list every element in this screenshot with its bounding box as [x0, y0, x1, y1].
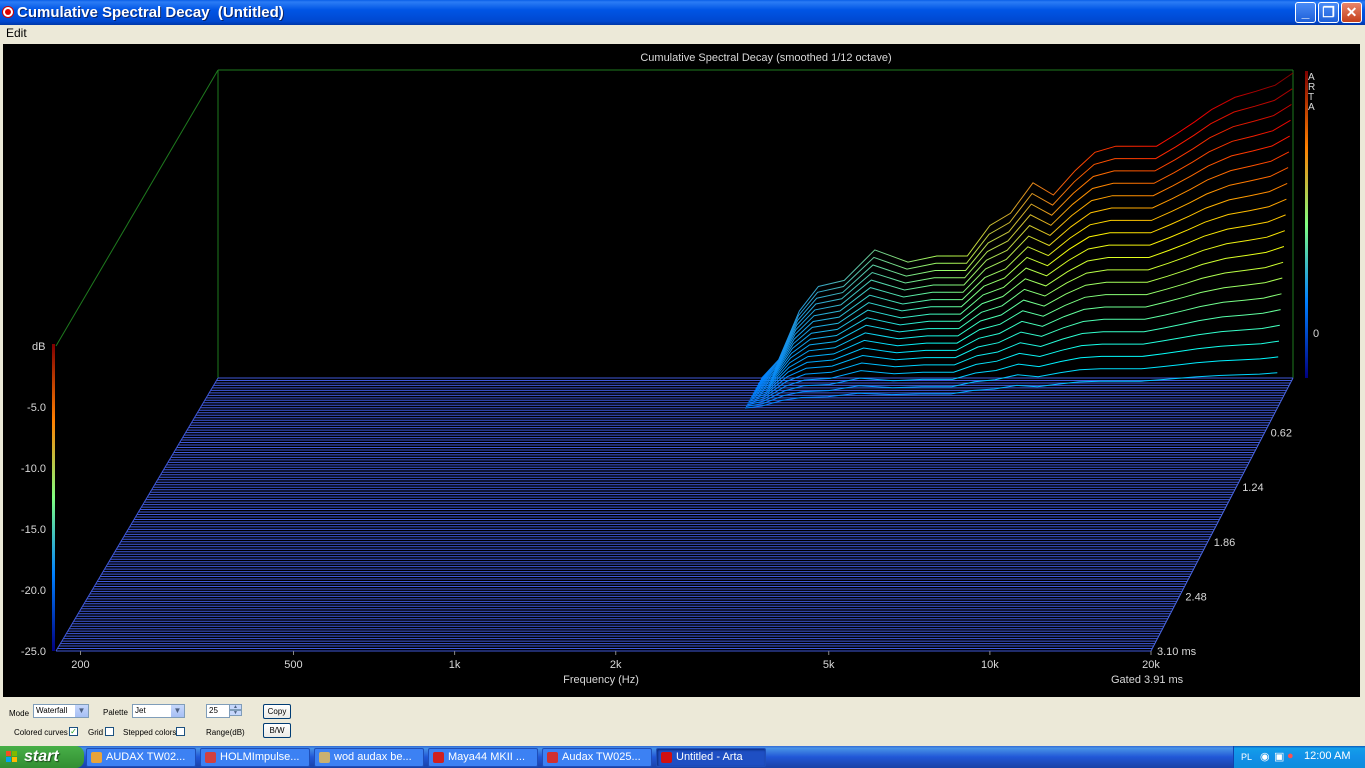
holm-icon: [205, 752, 216, 763]
palette-select[interactable]: Jet ▼: [132, 704, 185, 718]
title-bar[interactable]: Cumulative Spectral Decay (Untitled) _ ❐…: [0, 0, 1365, 25]
decay-curve: [745, 356, 1279, 407]
y-tick-label: -10.0: [21, 463, 46, 475]
copy-button[interactable]: Copy: [263, 704, 291, 719]
z-tick-label: 0: [1313, 328, 1319, 340]
waterfall-chart: Cumulative Spectral Decay (smoothed 1/12…: [21, 52, 1319, 686]
taskbar-button-label: wod audax be...: [334, 751, 412, 763]
z-tick-label: 0.62: [1271, 428, 1292, 440]
decay-curve: [756, 167, 1289, 388]
z-tick-label: 1.86: [1214, 537, 1235, 549]
paint-icon: [319, 752, 330, 763]
window-title: Cumulative Spectral Decay (Untitled): [17, 4, 284, 21]
image-icon: [547, 752, 558, 763]
chart-title: Cumulative Spectral Decay (smoothed 1/12…: [640, 52, 891, 64]
grid-label: Grid: [88, 728, 104, 737]
volume-icon[interactable]: ▣: [1274, 750, 1284, 763]
minimize-button[interactable]: _: [1295, 2, 1316, 23]
z-tick-label: 1.24: [1242, 482, 1263, 494]
decay-curve: [760, 88, 1293, 380]
network-icon[interactable]: ◉: [1260, 750, 1270, 763]
x-tick-label: 5k: [823, 659, 835, 671]
bw-button[interactable]: B/W: [263, 723, 291, 738]
x-tick-label: 10k: [981, 659, 999, 671]
arta-watermark: ARTA: [1308, 72, 1315, 113]
range-spinner[interactable]: ▲ ▼: [229, 704, 242, 718]
y-tick-label: -20.0: [21, 585, 46, 597]
z-tick-label: 3.10 ms: [1157, 646, 1197, 658]
taskbar-button-label: Untitled - Arta: [676, 751, 743, 763]
colored-curves-label: Colored curves: [14, 728, 68, 737]
y-tick-label: -15.0: [21, 524, 46, 536]
range-input[interactable]: 25: [206, 704, 230, 718]
taskbar: start AUDAX TW02... HOLMImpulse... wod aud…: [0, 746, 1365, 768]
taskbar-button-label: HOLMImpulse...: [220, 751, 300, 763]
taskbar-button[interactable]: HOLMImpulse...: [200, 748, 310, 767]
x-axis-label: Frequency (Hz): [563, 674, 639, 686]
close-button[interactable]: ✕: [1341, 2, 1362, 23]
stepped-colors-checkbox[interactable]: [176, 727, 185, 736]
x-tick-label: 20k: [1142, 659, 1160, 671]
menu-bar: Edit: [0, 25, 1365, 42]
taskbar-button[interactable]: Maya44 MKII ...: [428, 748, 538, 767]
colored-curves-checkbox[interactable]: ✓: [69, 727, 78, 736]
gated-note: Gated 3.91 ms: [1111, 674, 1184, 686]
taskbar-button[interactable]: Audax TW025...: [542, 748, 652, 767]
start-label: start: [24, 748, 59, 765]
range-label: Range(dB): [206, 728, 245, 737]
windows-logo-icon: [6, 751, 18, 763]
decay-curve: [755, 182, 1288, 390]
plot-area: Cumulative Spectral Decay (smoothed 1/12…: [3, 44, 1360, 697]
y-tick-label: -5.0: [27, 402, 46, 414]
db-color-bar-right: [1305, 71, 1308, 378]
arta-tray-icon[interactable]: ●: [1287, 750, 1294, 762]
chrome-icon: [91, 752, 102, 763]
spin-down-icon[interactable]: ▼: [229, 710, 242, 716]
taskbar-button[interactable]: AUDAX TW02...: [86, 748, 196, 767]
x-tick-label: 2k: [610, 659, 622, 671]
x-tick-label: 200: [71, 659, 89, 671]
y-axis-label: dB: [32, 341, 45, 353]
palette-value: Jet: [135, 706, 146, 715]
mode-select[interactable]: Waterfall ▼: [33, 704, 89, 718]
stepped-colors-label: Stepped colors: [123, 728, 177, 737]
mode-label: Mode: [9, 709, 30, 718]
arta-app-icon[interactable]: [2, 6, 14, 18]
taskbar-button-label: Maya44 MKII ...: [448, 751, 526, 763]
db-color-bar-left: [52, 344, 55, 651]
mode-value: Waterfall: [36, 706, 68, 715]
taskbar-button-label: AUDAX TW02...: [106, 751, 186, 763]
taskbar-button-label: Audax TW025...: [562, 751, 641, 763]
y-tick-label: -25.0: [21, 646, 46, 658]
x-tick-label: 1k: [449, 659, 461, 671]
pdf-icon: [433, 752, 444, 763]
clock: 12:00 AM: [1304, 750, 1351, 762]
decay-curve: [756, 151, 1290, 387]
range-value: 25: [209, 706, 218, 715]
arta-icon: [661, 752, 672, 763]
chevron-down-icon[interactable]: ▼: [75, 705, 88, 717]
taskbar-button[interactable]: wod audax be...: [314, 748, 424, 767]
decay-curve: [751, 246, 1285, 396]
menu-edit[interactable]: Edit: [6, 26, 27, 40]
taskbar-button[interactable]: Untitled - Arta: [656, 748, 766, 767]
restore-button[interactable]: ❐: [1318, 2, 1339, 23]
language-indicator[interactable]: PL: [1241, 752, 1252, 762]
start-button[interactable]: start: [0, 746, 84, 768]
palette-label: Palette: [103, 708, 128, 717]
chevron-down-icon[interactable]: ▼: [171, 705, 184, 717]
control-panel: Mode Waterfall ▼ Palette Jet ▼ 25 ▲ ▼ Ra…: [0, 697, 1365, 746]
grid-checkbox[interactable]: [105, 727, 114, 736]
x-tick-label: 500: [284, 659, 302, 671]
side-wall-top: [55, 69, 219, 347]
system-tray: PL ◉ ▣ ● 12:00 AM: [1233, 746, 1365, 768]
z-tick-label: 2.48: [1185, 591, 1206, 603]
